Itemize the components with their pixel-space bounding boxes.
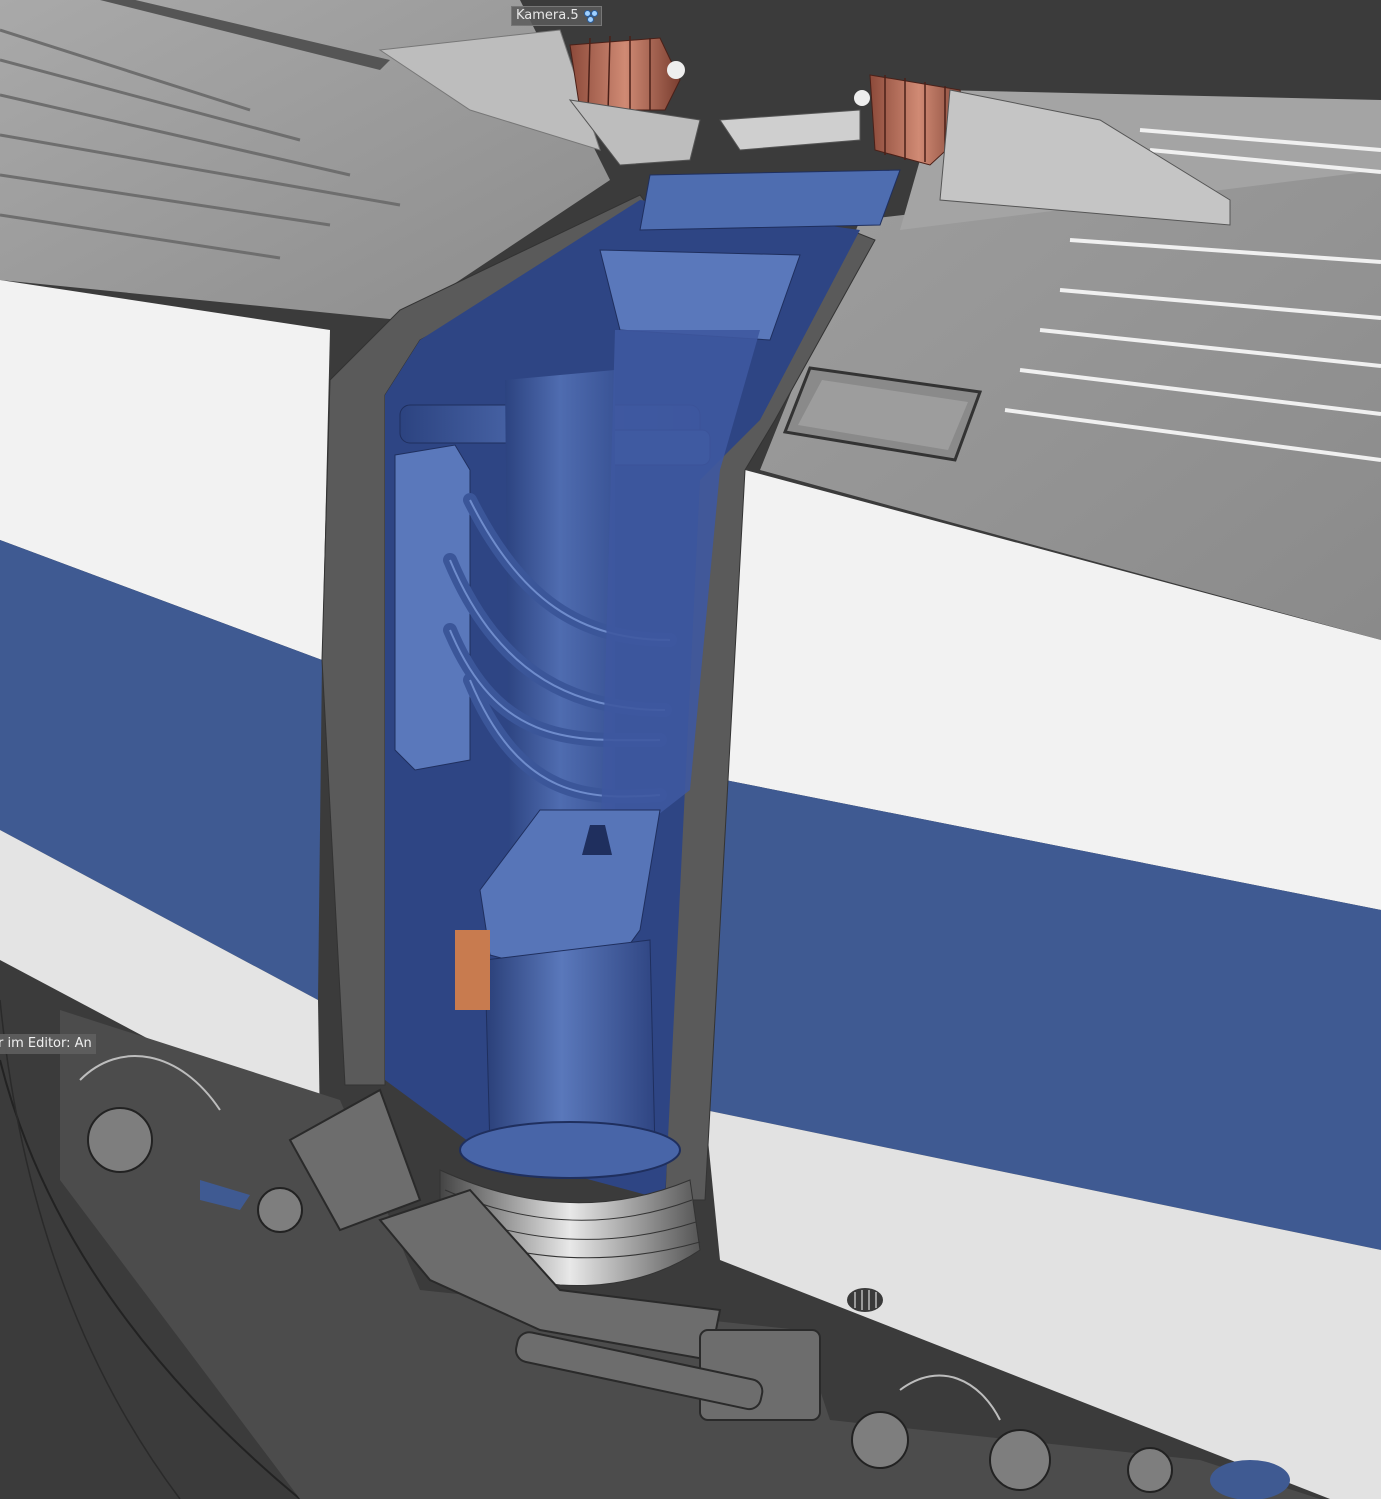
camera-label-text: Kamera.5 [516,8,579,23]
editor-tag-text: r im Editor: An [0,1036,92,1051]
3d-viewport[interactable]: Kamera.5 r im Editor: An [0,0,1381,1499]
camera-dots-icon [583,10,598,23]
editor-visibility-tag[interactable]: r im Editor: An [0,1034,96,1054]
camera-label[interactable]: Kamera.5 [511,6,602,26]
locomotive-render [0,0,1381,1499]
